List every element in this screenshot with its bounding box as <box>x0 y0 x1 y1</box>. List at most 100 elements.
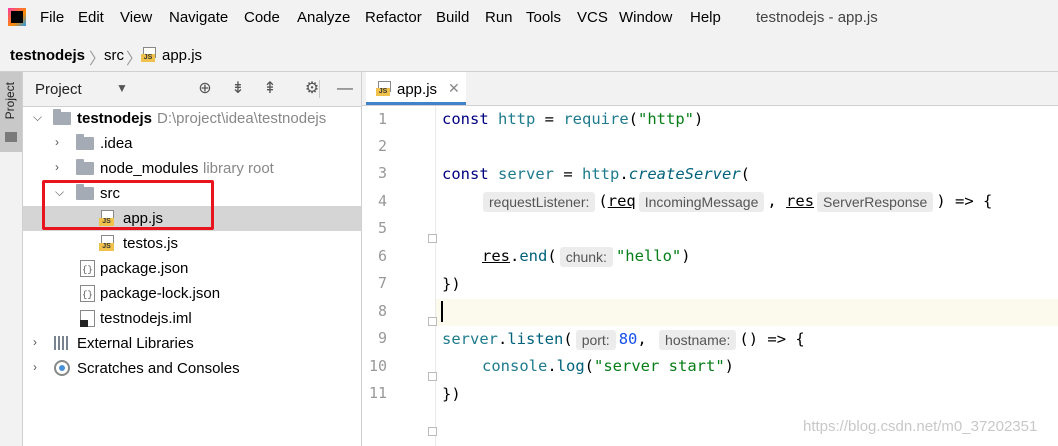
menu-bar: File Edit View Navigate Code Analyze Ref… <box>0 0 1058 38</box>
json-file-icon <box>80 260 95 277</box>
editor-tab-bar: app.js ✕ <box>362 72 1058 106</box>
tree-row-testos-js[interactable]: testos.js <box>23 231 361 256</box>
tree-row-package-lock-json[interactable]: package-lock.json <box>23 281 361 306</box>
tab-label: app.js <box>397 81 438 98</box>
code-line-1: const http = require("http") <box>442 106 703 133</box>
identifier: res <box>482 247 510 265</box>
menu-window[interactable]: Window <box>619 9 672 26</box>
project-tool-tab-label: Project <box>3 82 17 120</box>
menu-vcs[interactable]: VCS <box>577 9 608 26</box>
locate-file-icon[interactable]: ⊕ <box>195 79 215 99</box>
close-icon[interactable]: ✕ <box>448 80 460 97</box>
project-folder-icon <box>53 109 71 125</box>
chevron-down-icon[interactable]: ⌵ <box>33 110 45 125</box>
line-number: 10 <box>368 357 387 375</box>
line-number: 5 <box>377 219 387 237</box>
closing-brace: }) <box>442 275 461 293</box>
tree-row-testnodejs[interactable]: ⌵ testnodejs D:\project\idea\testnodejs <box>23 106 361 131</box>
function-name: require <box>563 110 629 128</box>
arrow-function: ) => { <box>936 192 993 210</box>
tree-label: .idea <box>100 135 133 152</box>
library-root-hint: library root <box>203 160 274 177</box>
line-number: 3 <box>377 164 387 182</box>
tree-label: Scratches and Consoles <box>77 360 240 377</box>
comma: , <box>637 330 657 348</box>
menu-help[interactable]: Help <box>690 9 721 26</box>
menu-view[interactable]: View <box>120 9 152 26</box>
hide-panel-icon[interactable]: — <box>335 79 355 99</box>
text-caret <box>441 301 443 322</box>
dropdown-caret-icon[interactable]: ▼ <box>116 81 128 95</box>
fold-marker-icon[interactable] <box>428 372 437 381</box>
current-line-highlight <box>436 299 1058 326</box>
menu-navigate[interactable]: Navigate <box>169 9 228 26</box>
menu-file[interactable]: File <box>40 9 64 26</box>
line-number: 7 <box>377 274 387 292</box>
closing-brace: }) <box>442 385 461 403</box>
dot: . <box>510 247 520 265</box>
string-literal: "server start" <box>594 357 725 375</box>
menu-edit[interactable]: Edit <box>78 9 104 26</box>
breadcrumb-separator-icon: 〉 <box>126 51 143 68</box>
line-number: 6 <box>377 247 387 265</box>
library-icon <box>54 336 70 350</box>
tree-row-package-json[interactable]: package.json <box>23 256 361 281</box>
menu-run[interactable]: Run <box>485 9 513 26</box>
project-panel: Project ▼ ⊕ ⇟ ⇞ ⚙ — ⌵ testnodejs D:\proj… <box>23 72 362 446</box>
paren: ( <box>740 165 751 183</box>
code-editor: app.js ✕ 1 2 3 4 5 6 7 8 9 10 11 const h… <box>362 72 1058 446</box>
breadcrumb-folder[interactable]: src <box>104 47 124 64</box>
chevron-right-icon[interactable]: › <box>55 160 67 174</box>
fold-marker-icon[interactable] <box>428 234 437 243</box>
parameter-hint: requestListener: <box>483 191 596 212</box>
watermark: https://blog.csdn.net/m0_37202351 <box>803 418 1038 435</box>
number-literal: 80 <box>618 330 638 348</box>
menu-code[interactable]: Code <box>244 9 280 26</box>
tree-row-idea[interactable]: › .idea <box>23 131 361 156</box>
string-literal: "hello" <box>615 247 682 265</box>
parameter-hint: hostname: <box>659 329 737 350</box>
scratches-icon <box>54 360 70 376</box>
fold-marker-icon[interactable] <box>428 317 437 326</box>
chevron-right-icon[interactable]: › <box>33 360 45 374</box>
method-name: createServer <box>628 165 741 183</box>
code-line-10: console.log("server start") <box>482 353 734 380</box>
method-name: end <box>519 247 548 265</box>
breadcrumb-project[interactable]: testnodejs <box>10 47 85 64</box>
expand-all-icon[interactable]: ⇟ <box>228 79 248 99</box>
parameter-hint: port: <box>575 329 616 350</box>
identifier: console <box>482 357 548 375</box>
menu-tools[interactable]: Tools <box>526 9 561 26</box>
line-number: 11 <box>368 384 387 402</box>
tree-label: testnodejs <box>77 110 153 127</box>
line-number: 4 <box>377 192 387 210</box>
identifier: http <box>498 110 536 128</box>
collapse-all-icon[interactable]: ⇞ <box>260 79 280 99</box>
tree-row-node-modules[interactable]: › node_modules library root <box>23 156 361 181</box>
tree-row-scratches[interactable]: › Scratches and Consoles <box>23 356 361 381</box>
chevron-right-icon[interactable]: › <box>55 135 67 149</box>
window-title: testnodejs - app.js <box>756 9 878 26</box>
parameter: req <box>607 192 636 210</box>
breadcrumb-file[interactable]: app.js <box>162 47 202 64</box>
tree-label: package.json <box>100 260 189 277</box>
menu-build[interactable]: Build <box>436 9 469 26</box>
gear-icon[interactable]: ⚙ <box>302 79 322 99</box>
menu-refactor[interactable]: Refactor <box>365 9 422 26</box>
tab-app-js[interactable]: app.js ✕ <box>366 72 466 105</box>
project-view-selector[interactable]: Project <box>35 81 82 98</box>
dot: . <box>619 165 629 183</box>
tree-row-testnodejs-iml[interactable]: testnodejs.iml <box>23 306 361 331</box>
tree-row-external-libraries[interactable]: › External Libraries <box>23 331 361 356</box>
code-line-11: }) <box>442 381 461 408</box>
highlight-annotation-box <box>42 180 214 230</box>
js-file-icon <box>376 81 391 96</box>
folder-icon <box>76 134 94 150</box>
identifier: server <box>498 165 555 183</box>
chevron-right-icon[interactable]: › <box>33 335 45 349</box>
menu-analyze[interactable]: Analyze <box>297 9 350 26</box>
project-tool-tab[interactable]: Project <box>0 72 22 152</box>
fold-marker-icon[interactable] <box>428 427 437 436</box>
paren: ) <box>694 110 704 128</box>
line-number-gutter: 1 2 3 4 5 6 7 8 9 10 11 <box>362 106 437 446</box>
